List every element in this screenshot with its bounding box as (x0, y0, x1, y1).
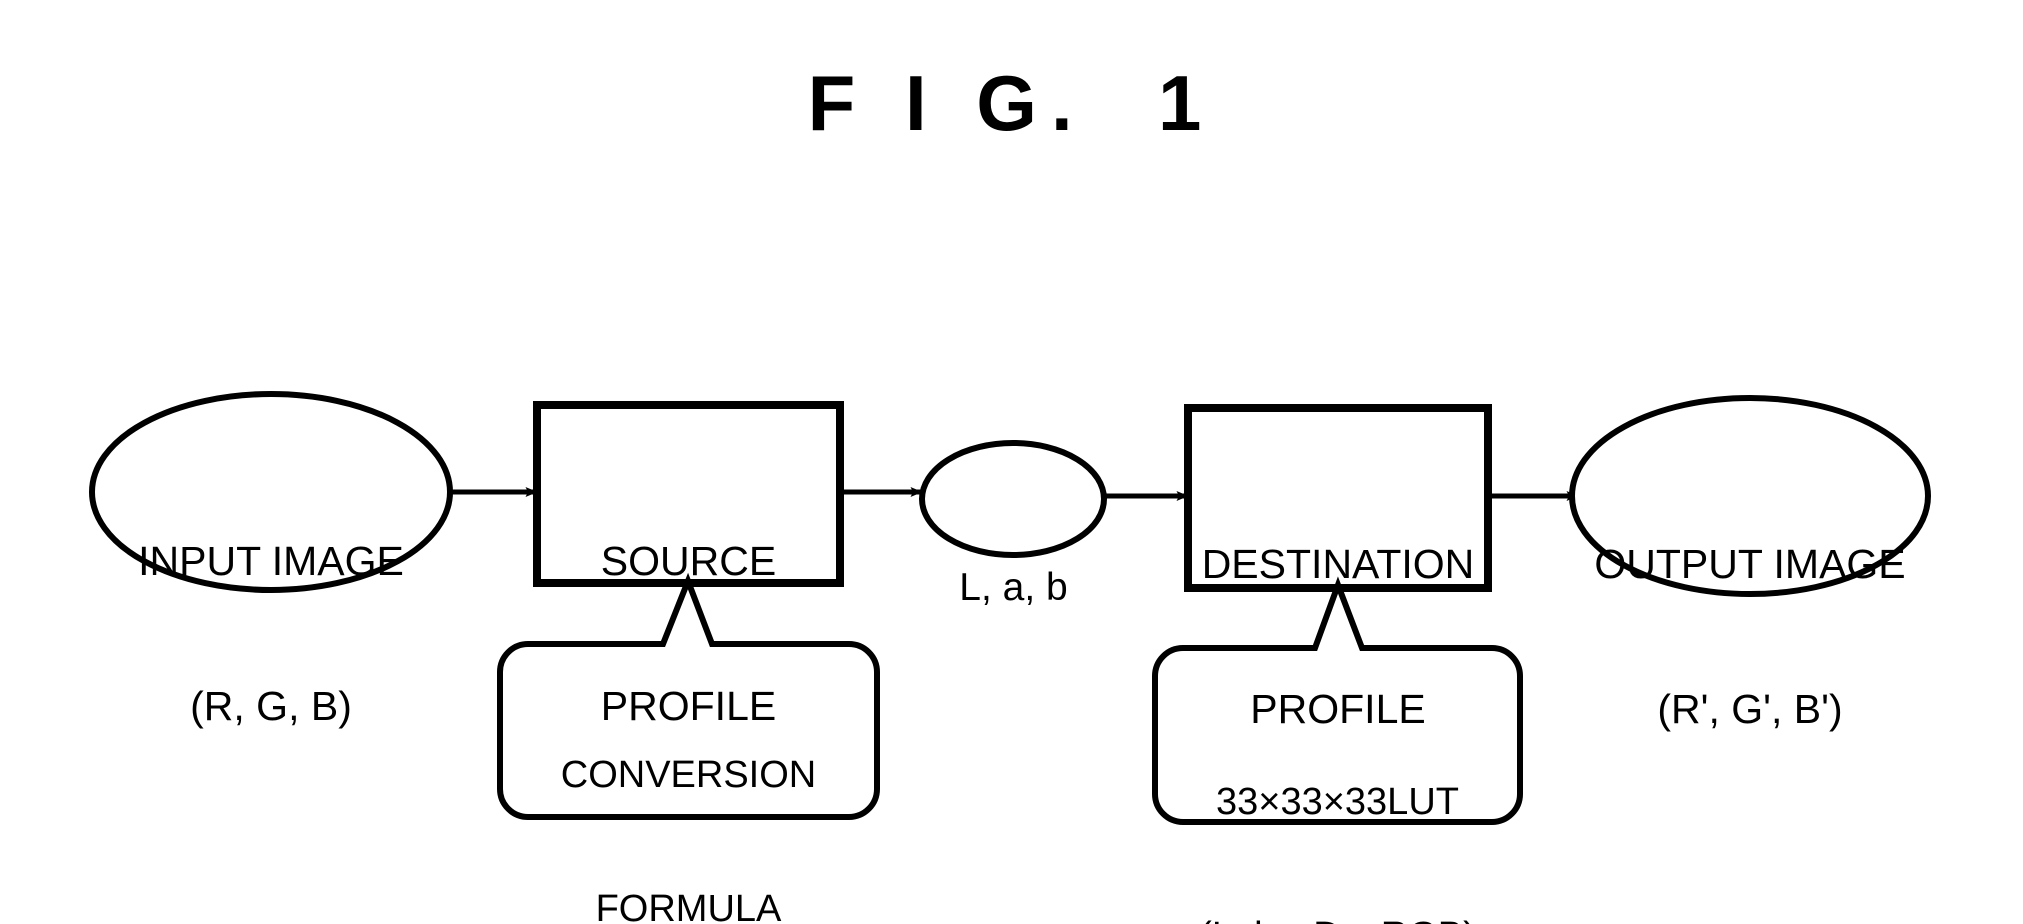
callout-lut (1152, 576, 1523, 825)
node-output-image (1569, 395, 1931, 597)
diagram-canvas (89, 391, 1931, 825)
node-lab (919, 440, 1107, 558)
node-source-profile (533, 401, 844, 587)
figure-page: F I G. 1 INPUT IMAGE (R, G, B) SOURCE PR… (0, 0, 2023, 924)
node-input-image (89, 391, 453, 593)
callout-conversion-formula (497, 572, 880, 820)
node-destination-profile (1184, 404, 1492, 592)
